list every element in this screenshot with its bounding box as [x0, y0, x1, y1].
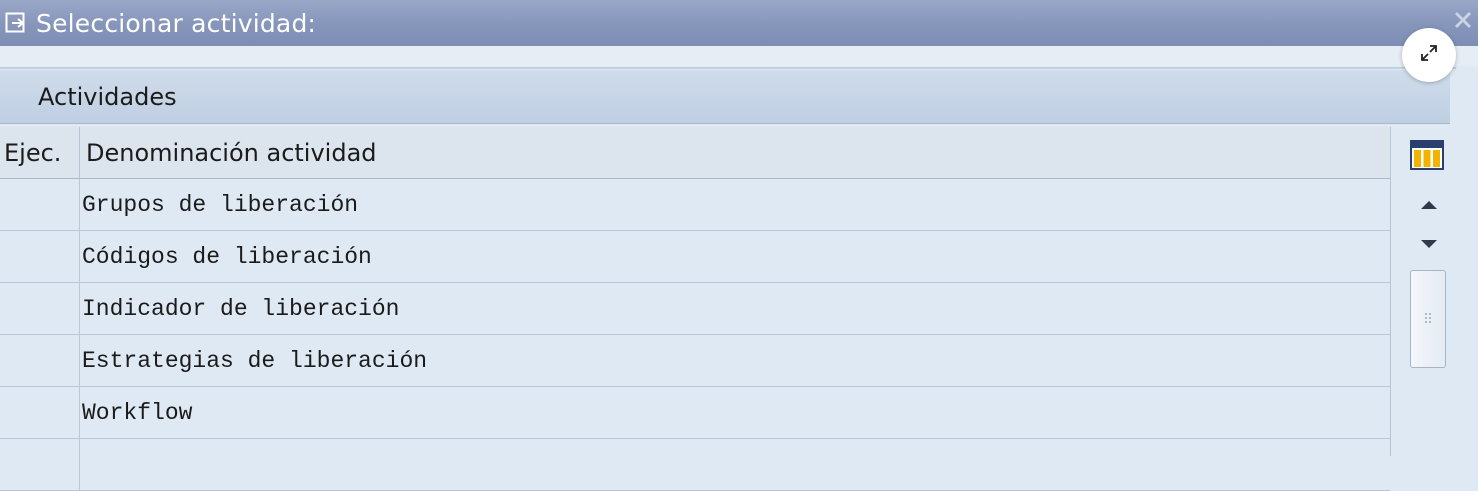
activity-cell[interactable]: Indicador de liberación [80, 283, 1390, 334]
ejec-cell[interactable] [0, 231, 80, 282]
ejec-cell[interactable] [0, 439, 80, 490]
expand-icon [1417, 41, 1441, 69]
grip-icon [1423, 310, 1433, 329]
activities-table: Ejec. Denominación actividad Grupos de l… [0, 127, 1390, 491]
dialog-select-icon [4, 10, 30, 36]
table-row[interactable]: Indicador de liberación [0, 283, 1390, 335]
column-header-ejec[interactable]: Ejec. [0, 127, 80, 178]
table-row[interactable]: Estrategias de liberación [0, 335, 1390, 387]
table-row[interactable]: Códigos de liberación [0, 231, 1390, 283]
activity-cell[interactable]: Grupos de liberación [80, 179, 1390, 230]
scroll-down-icon[interactable] [1418, 236, 1440, 250]
group-title: Actividades [38, 83, 177, 111]
scrollbar-thumb[interactable] [1410, 270, 1446, 368]
close-icon[interactable] [1448, 0, 1478, 40]
table-row[interactable]: Workflow [0, 387, 1390, 439]
ejec-cell[interactable] [0, 283, 80, 334]
ejec-cell[interactable] [0, 335, 80, 386]
dialog-separator [0, 46, 1478, 66]
table-row[interactable] [0, 439, 1390, 491]
dialog-titlebar: Seleccionar actividad: [0, 0, 1478, 46]
expand-button[interactable] [1402, 28, 1456, 82]
ejec-cell[interactable] [0, 179, 80, 230]
column-header-denominacion[interactable]: Denominación actividad [80, 127, 1390, 178]
scroll-up-icon[interactable] [1418, 196, 1440, 210]
table-row[interactable]: Grupos de liberación [0, 179, 1390, 231]
column-settings-icon[interactable] [1410, 140, 1444, 170]
activity-cell[interactable]: Workflow [80, 387, 1390, 438]
activity-cell[interactable]: Estrategias de liberación [80, 335, 1390, 386]
ejec-cell[interactable] [0, 387, 80, 438]
table-header: Ejec. Denominación actividad [0, 127, 1390, 179]
activity-cell[interactable] [80, 439, 1390, 490]
group-header: Actividades [0, 70, 1450, 124]
separator-line [0, 67, 1456, 69]
activity-cell[interactable]: Códigos de liberación [80, 231, 1390, 282]
dialog-title: Seleccionar actividad: [36, 8, 317, 38]
